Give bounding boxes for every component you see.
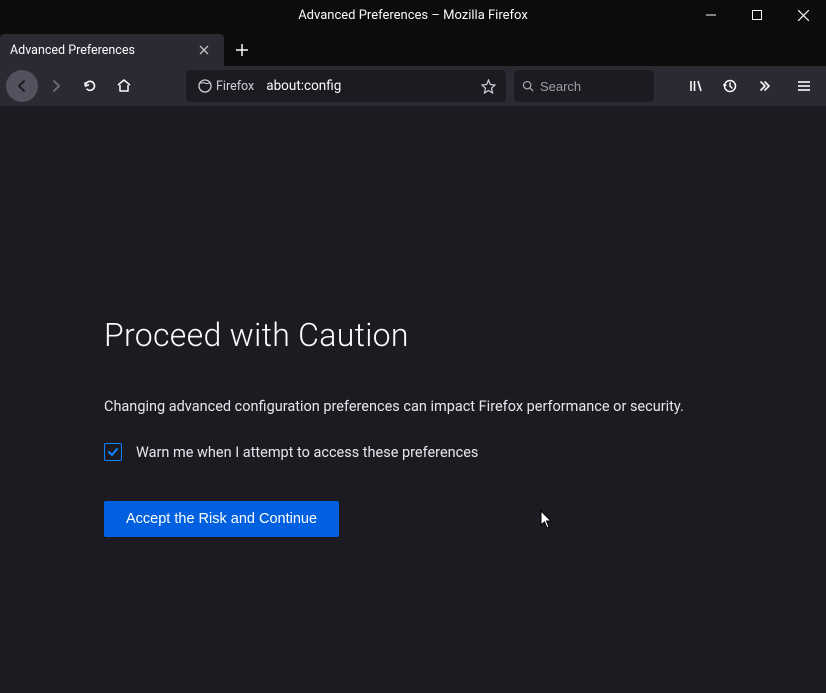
window-title: Advanced Preferences – Mozilla Firefox xyxy=(298,8,528,23)
caution-heading: Proceed with Caution xyxy=(104,316,826,354)
reload-button[interactable] xyxy=(74,70,106,102)
warn-checkbox-row: Warn me when I attempt to access these p… xyxy=(104,443,826,461)
urlbar-identity-label: Firefox xyxy=(216,79,254,94)
back-button[interactable] xyxy=(6,70,38,102)
menu-button[interactable] xyxy=(788,70,820,102)
close-window-button[interactable] xyxy=(780,0,826,30)
tabstrip: Advanced Preferences xyxy=(0,30,826,66)
tab-close-button[interactable] xyxy=(194,40,214,60)
forward-button[interactable] xyxy=(40,70,72,102)
new-tab-button[interactable] xyxy=(224,34,260,66)
window-controls xyxy=(688,0,826,30)
toolbar-right xyxy=(680,70,820,102)
overflow-button[interactable] xyxy=(748,70,780,102)
bookmark-star-icon[interactable] xyxy=(477,75,500,98)
urlbar[interactable]: Firefox about:config xyxy=(186,70,506,102)
warn-checkbox[interactable] xyxy=(104,443,122,461)
about-config-content: Proceed with Caution Changing advanced c… xyxy=(0,106,826,693)
searchbar[interactable] xyxy=(514,70,654,102)
maximize-button[interactable] xyxy=(734,0,780,30)
checkmark-icon xyxy=(107,446,119,458)
urlbar-url: about:config xyxy=(266,78,471,94)
search-icon xyxy=(522,79,534,93)
navbar: Firefox about:config xyxy=(0,66,826,106)
urlbar-identity[interactable]: Firefox xyxy=(192,77,260,96)
home-button[interactable] xyxy=(108,70,140,102)
tab-label: Advanced Preferences xyxy=(10,43,194,58)
firefox-icon xyxy=(198,79,212,93)
minimize-button[interactable] xyxy=(688,0,734,30)
search-input[interactable] xyxy=(540,79,646,94)
titlebar: Advanced Preferences – Mozilla Firefox xyxy=(0,0,826,30)
accept-risk-button[interactable]: Accept the Risk and Continue xyxy=(104,501,339,537)
history-button[interactable] xyxy=(714,70,746,102)
caution-text: Changing advanced configuration preferen… xyxy=(104,398,826,415)
library-button[interactable] xyxy=(680,70,712,102)
tab-advanced-preferences[interactable]: Advanced Preferences xyxy=(0,34,224,66)
warn-checkbox-label: Warn me when I attempt to access these p… xyxy=(136,444,478,461)
